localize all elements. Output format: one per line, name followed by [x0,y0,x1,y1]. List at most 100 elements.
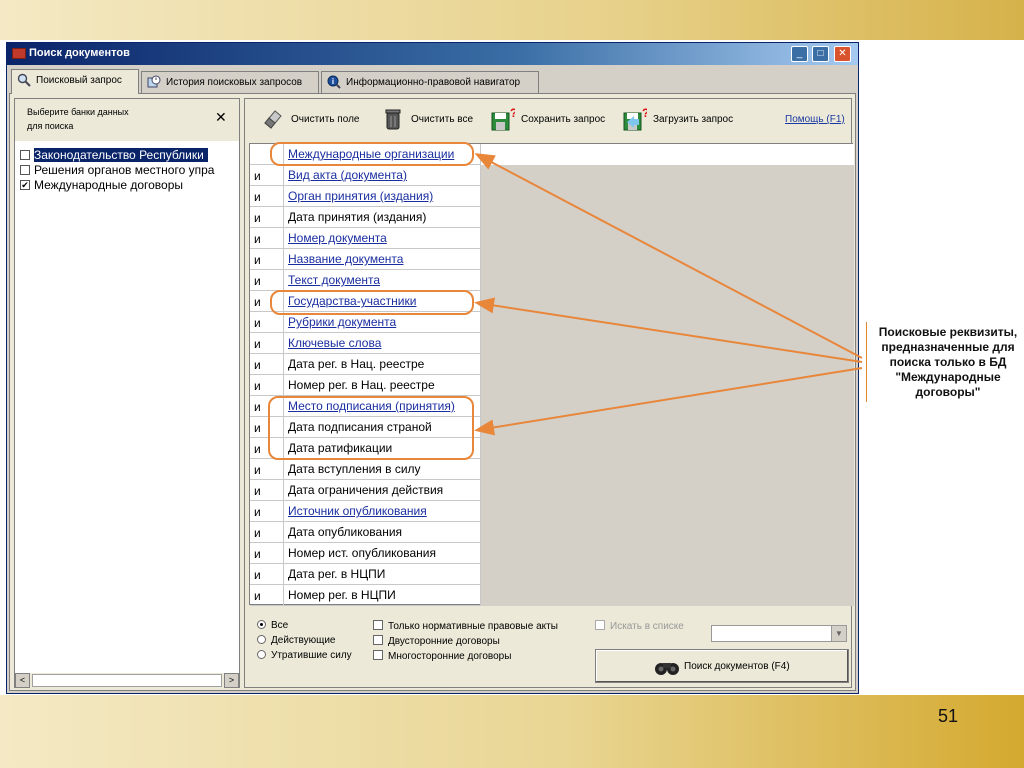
search-field-row[interactable]: и Номер рег. в НЦПИ [250,585,854,606]
field-name-cell: Номер рег. в Нац. реестре [284,375,481,396]
field-value-cell[interactable] [481,480,854,501]
radio-button[interactable] [257,650,266,659]
field-value-cell[interactable] [481,249,854,270]
field-value-cell[interactable] [481,270,854,291]
tab-search-history[interactable]: История поисковых запросов [141,71,319,93]
checkbox-multilateral[interactable]: Многосторонние договоры [373,650,511,662]
annotation-text: Поисковые реквизиты, предназначенные для… [878,325,1018,399]
field-name-cell[interactable]: Название документа [284,249,481,270]
save-query-label: Сохранить запрос [521,114,606,125]
checkbox-bilateral[interactable]: Двусторонние договоры [373,635,500,647]
database-panel: Выберите банки данных для поиска ✕ Закон… [14,98,240,688]
search-field-row[interactable]: и Номер рег. в Нац. реестре [250,375,854,396]
database-panel-close-icon[interactable]: ✕ [215,109,227,126]
field-value-cell[interactable] [481,144,854,165]
horizontal-scrollbar[interactable]: < > [15,673,239,688]
navigator-icon: i [327,75,341,89]
search-field-row[interactable]: и Вид акта (документа) [250,165,854,186]
search-field-row[interactable]: и Название документа [250,249,854,270]
search-documents-button[interactable]: Поиск документов (F4) [595,649,849,683]
field-value-cell[interactable] [481,417,854,438]
search-field-row[interactable]: и Текст документа [250,270,854,291]
help-link[interactable]: Помощь (F1) [785,114,845,125]
field-value-cell[interactable] [481,186,854,207]
checkbox-checked[interactable]: ✔ [20,180,30,190]
field-value-cell[interactable] [481,207,854,228]
search-field-row[interactable]: и Орган принятия (издания) [250,186,854,207]
search-documents-label: Поиск документов (F4) [684,661,790,672]
scroll-right-icon[interactable]: > [224,673,239,688]
field-name-cell: Дата рег. в Нац. реестре [284,354,481,375]
field-value-cell[interactable] [481,396,854,417]
field-value-cell[interactable] [481,438,854,459]
field-name-cell[interactable]: Источник опубликования [284,501,481,522]
app-flag-icon [12,48,26,59]
search-field-row[interactable]: и Источник опубликования [250,501,854,522]
field-value-cell[interactable] [481,333,854,354]
radio-all[interactable]: Все [257,620,288,631]
field-value-cell[interactable] [481,291,854,312]
field-value-cell[interactable] [481,501,854,522]
field-value-cell[interactable] [481,543,854,564]
search-in-list-combobox[interactable]: ▼ [711,625,847,642]
scroll-left-icon[interactable]: < [15,673,30,688]
checkbox[interactable] [20,150,30,160]
search-field-row[interactable]: и Дата рег. в Нац. реестре [250,354,854,375]
checkbox-normative-only[interactable]: Только нормативные правовые акты [373,620,558,632]
field-name-cell[interactable]: Вид акта (документа) [284,165,481,186]
svg-text:?: ? [642,107,647,120]
tab-search-query[interactable]: Поисковый запрос [11,69,139,94]
field-name-cell[interactable]: Ключевые слова [284,333,481,354]
field-value-cell[interactable] [481,312,854,333]
binoculars-icon [655,663,679,675]
tab-legal-navigator[interactable]: i Информационно-правовой навигатор [321,71,539,93]
field-value-cell[interactable] [481,564,854,585]
title-bar[interactable]: Поиск документов _ □ ✕ [7,43,858,65]
database-item-local-authorities[interactable]: Решения органов местного упра [20,163,238,178]
field-name-cell[interactable]: Рубрики документа [284,312,481,333]
field-value-cell[interactable] [481,585,854,606]
checkbox[interactable] [373,620,383,630]
database-panel-title-line2: для поиска [27,121,74,131]
radio-active[interactable]: Действующие [257,635,335,646]
minimize-button[interactable]: _ [791,46,808,62]
checkbox-search-in-list[interactable]: Искать в списке [595,620,684,632]
search-field-row[interactable]: и Номер документа [250,228,854,249]
checkbox[interactable] [373,650,383,660]
radio-button[interactable] [257,635,266,644]
field-value-cell[interactable] [481,459,854,480]
highlight-signing-ratification [268,396,474,460]
database-panel-title-line1: Выберите банки данных [27,107,129,117]
checkbox[interactable] [373,635,383,645]
save-query-button[interactable]: ? Сохранить запрос [491,107,615,133]
search-field-row[interactable]: и Ключевые слова [250,333,854,354]
maximize-button[interactable]: □ [812,46,829,62]
clear-all-button[interactable]: Очистить все [381,107,481,133]
checkbox[interactable] [595,620,605,630]
search-field-row[interactable]: и Дата рег. в НЦПИ [250,564,854,585]
chevron-down-icon[interactable]: ▼ [831,626,846,641]
clear-field-button[interactable]: Очистить поле [261,107,371,133]
field-name-cell[interactable]: Орган принятия (издания) [284,186,481,207]
field-value-cell[interactable] [481,522,854,543]
field-name-cell[interactable]: Текст документа [284,270,481,291]
search-field-row[interactable]: и Дата вступления в силу [250,459,854,480]
radio-button[interactable] [257,620,266,629]
field-value-cell[interactable] [481,375,854,396]
search-field-row[interactable]: и Дата ограничения действия [250,480,854,501]
field-value-cell[interactable] [481,165,854,186]
database-item-legislation[interactable]: Законодательство Республики [20,148,238,163]
field-value-cell[interactable] [481,354,854,375]
scroll-thumb[interactable] [32,674,222,687]
search-field-row[interactable]: и Номер ист. опубликования [250,543,854,564]
database-item-international-treaties[interactable]: ✔ Международные договоры [20,178,238,193]
close-button[interactable]: ✕ [834,46,851,62]
checkbox[interactable] [20,165,30,175]
search-field-row[interactable]: и Дата принятия (издания) [250,207,854,228]
search-field-row[interactable]: и Дата опубликования [250,522,854,543]
field-value-cell[interactable] [481,228,854,249]
load-query-button[interactable]: ? Загрузить запрос [623,107,753,133]
field-name-cell[interactable]: Номер документа [284,228,481,249]
radio-expired[interactable]: Утратившие силу [257,650,352,661]
search-field-row[interactable]: и Рубрики документа [250,312,854,333]
